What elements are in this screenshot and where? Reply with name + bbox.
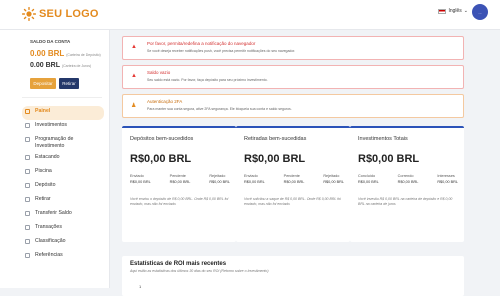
warning-icon: ▲ (131, 44, 137, 50)
roi-statistics-panel: Estatísticas de ROI mais recentes Aqui e… (122, 256, 464, 296)
card-col-value: R$0,00 BRL (437, 180, 458, 184)
card-col-label: Pendente (283, 174, 300, 178)
main-content: ▲ Por favor, permita/redefina a notifica… (114, 30, 500, 296)
card-col-value: R$0,00 BRL (283, 180, 305, 184)
investment-icon (25, 122, 30, 128)
sidebar-item-retirar[interactable]: Retirar (22, 194, 104, 208)
card-col-value: R$0,00 BRL (169, 180, 191, 184)
card-col-label: Rejeitado (209, 174, 226, 178)
card-title: Depósitos bem-sucedidos (130, 136, 194, 142)
flag-icon (438, 8, 447, 14)
card-col-label: Enviado (130, 174, 144, 178)
card-value: R$0,00 BRL (244, 153, 306, 165)
card-col-value: R$0,00 BRL (209, 180, 230, 184)
card-col-value: R$0,00 BRL (358, 180, 379, 184)
sidebar-item-estacando[interactable]: Estacando (22, 152, 104, 166)
alert-description: Para manter sua conta segura, ative 2FA … (147, 107, 292, 111)
user-lock-icon: ♟ (131, 103, 137, 109)
top-bar: SEU LOGO Inglês ⌄ ... (0, 0, 500, 30)
transactions-icon (25, 224, 30, 230)
card-col-label: Enviado (244, 174, 258, 178)
sidebar-item-piscina[interactable]: Piscina (22, 166, 104, 180)
card-col-value: R$0,00 BRL (130, 180, 151, 184)
warning-icon: ▲ (131, 73, 137, 79)
sidebar-item-painel[interactable]: Painel (22, 106, 104, 120)
sidebar-item-programacao[interactable]: Programação de Investimento (22, 134, 104, 152)
card-col-label: Concluído (358, 174, 376, 178)
staking-icon (25, 154, 30, 160)
roi-title: Estatísticas de ROI mais recentes (130, 261, 227, 267)
sidebar-divider (22, 97, 102, 98)
alert-title: Por favor, permita/redefina a notificaçã… (147, 41, 256, 46)
withdraw-button[interactable]: Retirar (59, 78, 79, 89)
card-col-value: R$0,00 BRL (244, 180, 265, 184)
card-note: Você enviou o depósito de R$ 0,00 BRL. O… (130, 197, 229, 207)
card-investments: Investimentos Totais R$0,00 BRL Concluíd… (350, 126, 464, 242)
sidebar-item-classificacao[interactable]: Classificação (22, 236, 104, 250)
dashboard-icon (25, 108, 30, 114)
card-note: Você investiu R$ 0,00 BRL na carteira de… (358, 197, 453, 207)
alert-browser-notification[interactable]: ▲ Por favor, permita/redefina a notifica… (122, 36, 464, 60)
alert-description: Seu saldo está vazio. Por favor, faça de… (147, 78, 268, 82)
avatar[interactable]: ... (472, 4, 488, 20)
withdraw-icon (25, 196, 30, 202)
sidebar-item-referencias[interactable]: Referências (22, 250, 104, 264)
alert-title: Saldo vazio (147, 70, 171, 75)
card-col-value: R$0,00 BRL (323, 180, 344, 184)
alert-title: Autenticação 2FA (147, 99, 183, 104)
sidebar-nav: Painel Investimentos Programação de Inve… (22, 106, 104, 264)
referral-icon (25, 252, 30, 258)
card-breakdown: Enviado R$0,00 BRL Pendente R$0,00 BRL Rej… (244, 174, 344, 184)
card-deposits: Depósitos bem-sucedidos R$0,00 BRL Envia… (122, 126, 236, 242)
deposit-button[interactable]: Depositar (30, 78, 56, 89)
language-selector[interactable]: Inglês ⌄ (438, 8, 468, 14)
card-col-label: Interesses (437, 174, 455, 178)
account-balance-title: SALDO DA CONTA (30, 39, 71, 44)
card-note: Você solicitou a saque de R$ 0,00 BRL. O… (244, 197, 341, 207)
card-value: R$0,00 BRL (130, 153, 192, 165)
alert-empty-balance[interactable]: ▲ Saldo vazio Seu saldo está vazio. Por … (122, 65, 464, 89)
deposit-icon (25, 182, 30, 188)
card-withdrawals: Retiradas bem-sucedidas R$0,00 BRL Envia… (236, 126, 350, 242)
transfer-icon (25, 210, 30, 216)
roi-subtitle: Aqui estão as estatísticas dos últimos 3… (130, 269, 269, 273)
roi-axis-tick: 1 (139, 284, 142, 289)
sidebar-item-transferir[interactable]: Transferir Saldo (22, 208, 104, 222)
pool-icon (25, 168, 30, 174)
chevron-down-icon: ⌄ (463, 8, 468, 14)
sun-logo-icon (22, 7, 36, 21)
card-col-value: R$0,00 BRL (397, 180, 419, 184)
alert-description: Se você deseja receber notificações push… (147, 49, 296, 53)
logo[interactable]: SEU LOGO (22, 7, 99, 21)
card-breakdown: Enviado R$0,00 BRL Pendente R$0,00 BRL Rej… (130, 174, 230, 184)
card-col-label: Pendente (169, 174, 186, 178)
language-label: Inglês (448, 8, 462, 14)
sidebar-item-deposito[interactable]: Depósito (22, 180, 104, 194)
card-col-label: Correndo (397, 174, 414, 178)
alert-2fa[interactable]: ♟ Autenticação 2FA Para manter sua conta… (122, 94, 464, 118)
card-breakdown: Concluído R$0,00 BRL Correndo R$0,00 BRL I… (358, 174, 458, 184)
card-title: Investimentos Totais (358, 136, 408, 142)
ranking-icon (25, 238, 30, 244)
sidebar: SALDO DA CONTA 0.00 BRL (Carteira de Depó… (0, 30, 110, 288)
logo-text: SEU LOGO (39, 8, 99, 20)
sidebar-item-transacoes[interactable]: Transações (22, 222, 104, 236)
sidebar-item-investimentos[interactable]: Investimentos (22, 120, 104, 134)
card-value: R$0,00 BRL (358, 153, 420, 165)
calendar-icon (25, 136, 30, 142)
interest-wallet-balance: 0.00 BRL (Carteira de Juros) (30, 62, 92, 69)
card-title: Retiradas bem-sucedidas (244, 136, 307, 142)
deposit-wallet-balance: 0.00 BRL (Carteira de Depósito) (30, 49, 101, 58)
card-col-label: Rejeitado (323, 174, 340, 178)
